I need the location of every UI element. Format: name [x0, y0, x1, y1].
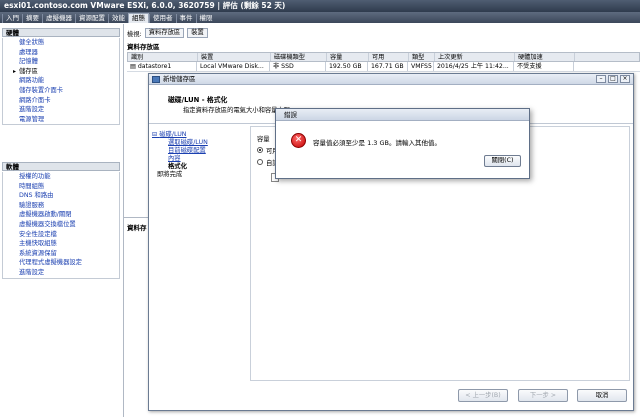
nav-processors[interactable]: 處理器 [3, 48, 119, 58]
nav-system-resource-reservation[interactable]: 系統資源保留 [3, 249, 119, 259]
col-hw-acceleration[interactable]: 硬體加速 [515, 53, 575, 61]
table-header: 識別 裝置 磁碟機類型 容量 可用 類型 上次更新 硬體加速 [127, 52, 640, 62]
step-current-layout[interactable]: 目前磁碟配置 [149, 147, 245, 155]
nav-vm-startup-shutdown[interactable]: 虛擬機器啟動/關閉 [3, 210, 119, 220]
software-list: 授權的功能 時間組態 DNS 和路由 驗證服務 虛擬機器啟動/關閉 虛擬機器交換… [2, 172, 120, 279]
hardware-header: 硬體 [2, 28, 120, 37]
tab-virtual-machines[interactable]: 虛擬機器 [42, 14, 75, 23]
radio-available[interactable] [257, 147, 263, 153]
step-formatting: 格式化 [168, 163, 187, 170]
tab-permissions[interactable]: 權限 [195, 14, 216, 23]
nav-power-management[interactable]: 電源管理 [3, 115, 119, 125]
col-capacity[interactable]: 容量 [327, 53, 369, 61]
cell-drive-type: 非 SSD [270, 62, 326, 71]
radio-custom[interactable] [257, 159, 263, 165]
maximize-icon[interactable]: □ [608, 75, 618, 83]
step-disk-lun[interactable]: ⊟ 磁碟/LUN [149, 131, 245, 139]
nav-advanced-settings-hw[interactable]: 進階設定 [3, 105, 119, 115]
storage-wizard-icon [152, 76, 160, 83]
nav-dns-routing[interactable]: DNS 和路由 [3, 191, 119, 201]
wizard-steps: ⊟ 磁碟/LUN 選取磁碟/LUN 目前磁碟配置 內容 格式化 即將完成 [149, 131, 245, 179]
nav-memory[interactable]: 記憶體 [3, 57, 119, 67]
nav-storage[interactable]: ▸ 儲存區 [3, 67, 119, 77]
cell-type: VMFS5 [408, 62, 434, 71]
left-nav-panel: 硬體 健全狀態 處理器 記憶體 ▸ 儲存區 網路功能 儲存裝置介面卡 網路介面卡 … [0, 24, 124, 417]
step-select-disk[interactable]: 選取磁碟/LUN [149, 139, 245, 147]
cell-hw-acceleration: 不受支援 [514, 62, 574, 71]
col-type[interactable]: 類型 [409, 53, 435, 61]
datastore-table: 識別 裝置 磁碟機類型 容量 可用 類型 上次更新 硬體加速 ▤ datasto… [127, 52, 640, 72]
wizard-step-title: 磁碟/LUN - 格式化 [168, 96, 228, 104]
view-label: 檢視: [127, 30, 142, 38]
wizard-step-subtitle: 指定資料存放區的電氣大小和容量上限 [183, 107, 291, 114]
table-row[interactable]: ▤ datastore1 Local VMware Disk... 非 SSD … [127, 62, 640, 72]
close-icon[interactable]: × [620, 75, 630, 83]
cell-capacity: 192.50 GB [326, 62, 368, 71]
step-properties[interactable]: 內容 [149, 155, 245, 163]
col-drive-type[interactable]: 磁碟機類型 [271, 53, 327, 61]
minimize-icon[interactable]: – [596, 75, 606, 83]
nav-security-profile[interactable]: 安全性設定檔 [3, 230, 119, 240]
tab-users[interactable]: 使用者 [149, 14, 176, 23]
top-tab-strip: 入門 摘要 虛擬機器 資源配置 效能 組態 使用者 事件 權限 [0, 12, 640, 23]
nav-agent-vm-settings[interactable]: 代理程式虛擬機器設定 [3, 258, 119, 268]
nav-host-cache-configuration[interactable]: 主機快取組態 [3, 239, 119, 249]
error-message: 容量值必須至少是 1.3 GB。請輸入其他值。 [313, 139, 441, 147]
cell-last-update: 2016/4/25 上午 11:42... [434, 62, 514, 71]
nav-networking[interactable]: 網路功能 [3, 76, 119, 86]
tab-summary[interactable]: 摘要 [22, 14, 42, 23]
col-free[interactable]: 可用 [369, 53, 409, 61]
capacity-label: 容量 [257, 136, 270, 143]
col-identification[interactable]: 識別 [128, 53, 198, 61]
wizard-title-bar[interactable]: 新增儲存區 – □ × [149, 74, 633, 85]
cell-free: 167.71 GB [368, 62, 408, 71]
wizard-footer: < 上一步(B) 下一步 > 取消 [149, 385, 633, 411]
tab-configuration[interactable]: 組態 [128, 13, 149, 23]
lower-details-pane [124, 217, 150, 417]
col-last-update[interactable]: 上次更新 [435, 53, 515, 61]
col-device[interactable]: 裝置 [198, 53, 271, 61]
window-title: esxi01.contoso.com VMware ESXi, 6.0.0, 3… [0, 0, 640, 12]
nav-network-adapters[interactable]: 網路介面卡 [3, 96, 119, 106]
nav-licensed-features[interactable]: 授權的功能 [3, 172, 119, 182]
datastores-section-title: 資料存放區 [127, 43, 160, 51]
datastore-icon: ▤ [130, 63, 138, 70]
cell-device: Local VMware Disk... [197, 62, 270, 71]
cancel-button[interactable]: 取消 [577, 389, 627, 402]
nav-time-configuration[interactable]: 時間組態 [3, 182, 119, 192]
nav-health-status[interactable]: 健全狀態 [3, 38, 119, 48]
nav-authentication-services[interactable]: 驗證服務 [3, 201, 119, 211]
wizard-title: 新增儲存區 [163, 75, 196, 83]
error-dialog-title[interactable]: 錯誤 [276, 109, 529, 121]
hardware-list: 健全狀態 處理器 記憶體 ▸ 儲存區 網路功能 儲存裝置介面卡 網路介面卡 進階設… [2, 38, 120, 126]
software-header: 軟體 [2, 162, 120, 171]
cell-identification: ▤ datastore1 [127, 62, 197, 71]
view-devices-button[interactable]: 裝置 [187, 28, 208, 38]
tab-resource-allocation[interactable]: 資源配置 [75, 14, 108, 23]
lower-section-title: 資料存 [127, 224, 147, 232]
next-button[interactable]: 下一步 > [518, 389, 568, 402]
close-button[interactable]: 關閉(C) [484, 155, 521, 167]
nav-storage-adapters[interactable]: 儲存裝置介面卡 [3, 86, 119, 96]
window-controls: – □ × [596, 75, 630, 83]
nav-vm-swapfile-location[interactable]: 虛擬機器交換檔位置 [3, 220, 119, 230]
selected-arrow-icon: ▸ [13, 67, 17, 75]
tab-getting-started[interactable]: 入門 [2, 14, 22, 23]
view-bar: 檢視: 資料存放區 裝置 [127, 28, 208, 38]
step-ready-to-complete: 即將完成 [157, 171, 183, 178]
error-dialog: 錯誤 ✕ 容量值必須至少是 1.3 GB。請輸入其他值。 關閉(C) [275, 108, 530, 179]
tab-events[interactable]: 事件 [175, 14, 196, 23]
error-icon: ✕ [291, 133, 306, 148]
tab-performance[interactable]: 效能 [108, 14, 128, 23]
back-button[interactable]: < 上一步(B) [458, 389, 508, 402]
view-datastores-button[interactable]: 資料存放區 [144, 28, 185, 38]
nav-advanced-settings-sw[interactable]: 進階設定 [3, 268, 119, 278]
